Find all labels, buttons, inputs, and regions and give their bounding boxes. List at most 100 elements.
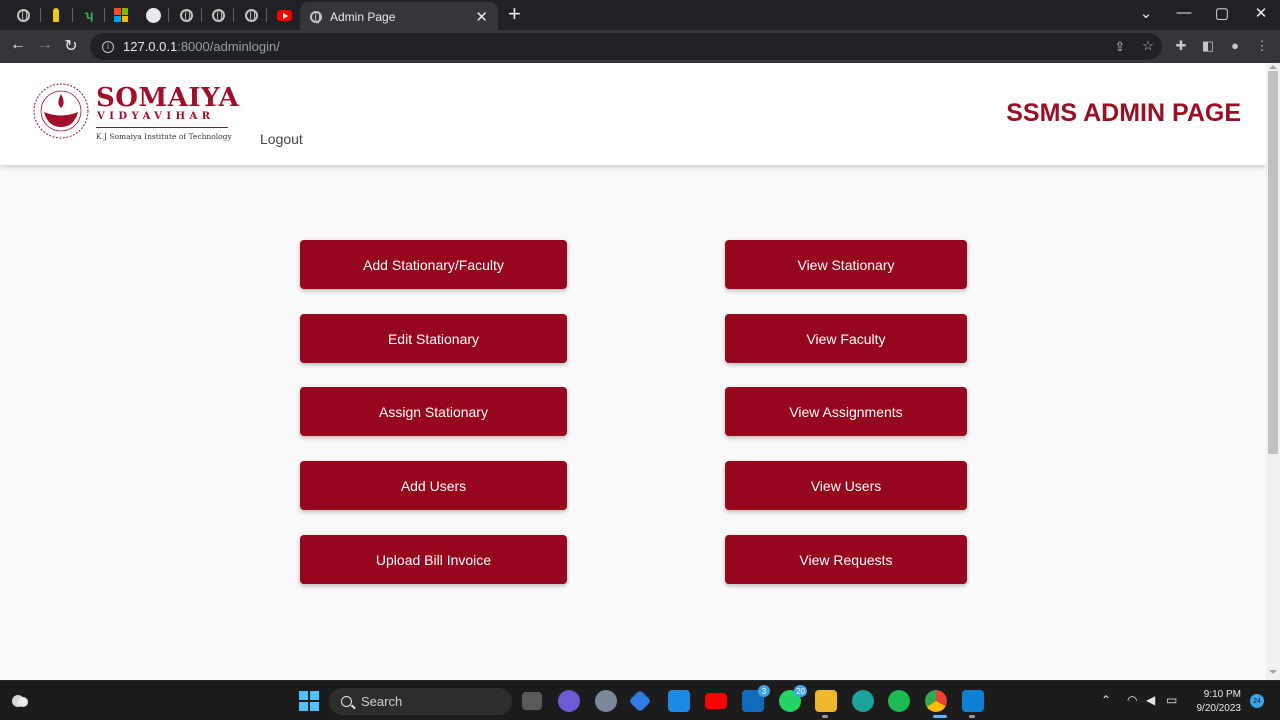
clock-date: 9/20/2023 xyxy=(1196,703,1242,714)
maximize-button[interactable]: ▢ xyxy=(1212,4,1232,22)
youtube-app-icon[interactable] xyxy=(705,693,727,709)
add-stationary-faculty-button[interactable]: Add Stationary/Faculty xyxy=(300,240,567,289)
vscode-icon[interactable] xyxy=(962,690,984,712)
add-users-button[interactable]: Add Users xyxy=(300,461,567,510)
key-icon xyxy=(53,8,59,22)
pinned-tab-9[interactable] xyxy=(271,5,297,25)
close-window-button[interactable]: ✕ xyxy=(1251,4,1271,22)
minimize-button[interactable]: — xyxy=(1174,4,1194,21)
running-indicator xyxy=(969,715,975,718)
logo-subtitle: VIDYAVIHAR xyxy=(97,111,215,122)
forward-button[interactable]: → xyxy=(35,36,55,54)
info-icon[interactable]: i xyxy=(102,40,114,53)
mail-badge: 3 xyxy=(758,685,770,697)
tab-search-chevron-down-icon[interactable]: ⌄ xyxy=(1136,4,1156,22)
spotify-icon[interactable] xyxy=(888,690,910,712)
github-icon xyxy=(145,7,161,23)
pinned-tab-2[interactable] xyxy=(43,5,69,25)
globe-icon xyxy=(244,8,258,22)
menu-icon[interactable]: ⋮ xyxy=(1253,38,1271,54)
page-scrollbar[interactable] xyxy=(1266,63,1280,680)
tab-separator xyxy=(201,8,202,22)
scroll-down-icon[interactable] xyxy=(1269,670,1277,674)
tab-separator xyxy=(104,8,105,22)
tab-title: Admin Page xyxy=(330,10,396,24)
youtube-icon xyxy=(276,9,292,21)
tab-separator xyxy=(233,8,234,22)
edit-stationary-button[interactable]: Edit Stationary xyxy=(300,314,567,363)
photos-icon[interactable] xyxy=(668,690,690,712)
tab-separator xyxy=(168,8,169,22)
notification-badge[interactable]: 24 xyxy=(1250,694,1264,708)
page-viewport: SOMAIYA VIDYAVIHAR K J Somaiya Institute… xyxy=(0,63,1266,680)
tab-admin-page[interactable]: Admin Page ✕ xyxy=(300,2,498,32)
running-indicator xyxy=(822,715,828,718)
assign-stationary-button[interactable]: Assign Stationary xyxy=(300,387,567,436)
scroll-thumb[interactable] xyxy=(1268,71,1278,454)
profile-icon[interactable]: ● xyxy=(1226,38,1244,53)
tab-separator xyxy=(266,8,267,22)
chevron-up-icon[interactable]: ⌃ xyxy=(1101,693,1111,707)
search-icon xyxy=(341,696,352,707)
file-explorer-icon[interactable] xyxy=(815,690,837,712)
pinned-tab-3[interactable]: ʮ xyxy=(76,5,102,25)
upload-bill-invoice-button[interactable]: Upload Bill Invoice xyxy=(300,535,567,584)
copilot-icon[interactable] xyxy=(628,689,652,713)
pinned-tab-4[interactable] xyxy=(108,5,134,25)
logo-wordmark: SOMAIYA xyxy=(96,83,240,113)
somaiya-emblem-icon xyxy=(33,83,89,139)
back-button[interactable]: ← xyxy=(8,36,28,54)
side-panel-icon[interactable]: ◧ xyxy=(1199,38,1217,54)
taskbar-search[interactable]: Search xyxy=(329,688,512,715)
site-header: SOMAIYA VIDYAVIHAR K J Somaiya Institute… xyxy=(0,63,1266,165)
scroll-up-icon[interactable] xyxy=(1269,65,1277,69)
clock-time: 9:10 PM xyxy=(1203,689,1241,700)
logout-link[interactable]: Logout xyxy=(260,131,303,147)
url-path: :8000/adminlogin/ xyxy=(177,39,280,54)
somaiya-logo: SOMAIYA VIDYAVIHAR K J Somaiya Institute… xyxy=(30,81,240,145)
view-stationary-button[interactable]: View Stationary xyxy=(725,240,967,289)
task-view-icon[interactable] xyxy=(522,692,542,710)
extensions-icon[interactable]: ✚ xyxy=(1172,38,1190,54)
close-icon[interactable]: ✕ xyxy=(475,10,488,25)
view-faculty-button[interactable]: View Faculty xyxy=(725,314,967,363)
view-requests-button[interactable]: View Requests xyxy=(725,535,967,584)
taskbar-clock[interactable]: 9:10 PM 9/20/2023 xyxy=(1190,688,1242,716)
volume-icon[interactable]: ◀ xyxy=(1146,693,1155,707)
view-users-button[interactable]: View Users xyxy=(725,461,967,510)
new-tab-button[interactable]: + xyxy=(508,3,521,25)
teams-chat-icon[interactable] xyxy=(558,690,580,712)
share-icon[interactable]: ⇪ xyxy=(1111,39,1129,55)
address-bar[interactable]: i 127.0.0.1:8000/adminlogin/ ⇪ ☆ xyxy=(90,33,1162,60)
logo-divider xyxy=(96,127,228,128)
battery-icon[interactable]: ▭ xyxy=(1166,693,1177,707)
tab-separator xyxy=(72,8,73,22)
wifi-icon[interactable]: ◠ xyxy=(1127,693,1137,707)
settings-gear-icon[interactable] xyxy=(595,690,617,712)
start-button[interactable] xyxy=(299,691,319,711)
search-label: Search xyxy=(361,694,403,709)
mail-icon[interactable]: 3 xyxy=(742,685,770,712)
weather-cloud-icon[interactable] xyxy=(10,691,30,709)
whatsapp-badge: 20 xyxy=(794,685,807,697)
microsoft-icon xyxy=(114,8,128,22)
reload-button[interactable]: ↻ xyxy=(61,36,81,56)
pinned-tab-7[interactable] xyxy=(205,5,231,25)
pinned-tab-6[interactable] xyxy=(173,5,199,25)
chrome-icon[interactable] xyxy=(925,690,947,712)
globe-icon xyxy=(16,8,30,22)
url-host: 127.0.0.1 xyxy=(123,39,178,54)
browser-toolbar: ← → ↻ i 127.0.0.1:8000/adminlogin/ ⇪ ☆ ✚… xyxy=(0,30,1280,63)
pinned-tab-8[interactable] xyxy=(238,5,264,25)
pinned-tab-1[interactable] xyxy=(10,5,36,25)
edge-icon[interactable] xyxy=(852,690,874,712)
pinned-tab-5[interactable] xyxy=(140,5,166,25)
page-title: SSMS ADMIN PAGE xyxy=(1006,99,1241,127)
logo-institute: K J Somaiya Institute of Technology xyxy=(96,132,232,141)
view-assignments-button[interactable]: View Assignments xyxy=(725,387,967,436)
globe-icon xyxy=(211,8,225,22)
windows-taskbar: Search 3 20 ⌃ ◠ ◀ ▭ 9:10 PM 9/20/2023 24 xyxy=(0,680,1280,720)
whatsapp-icon[interactable]: 20 xyxy=(779,685,807,712)
browser-tab-strip: ʮ Admin Page ✕ + ⌄ — ▢ ✕ xyxy=(0,0,1280,32)
star-icon[interactable]: ☆ xyxy=(1139,38,1157,54)
